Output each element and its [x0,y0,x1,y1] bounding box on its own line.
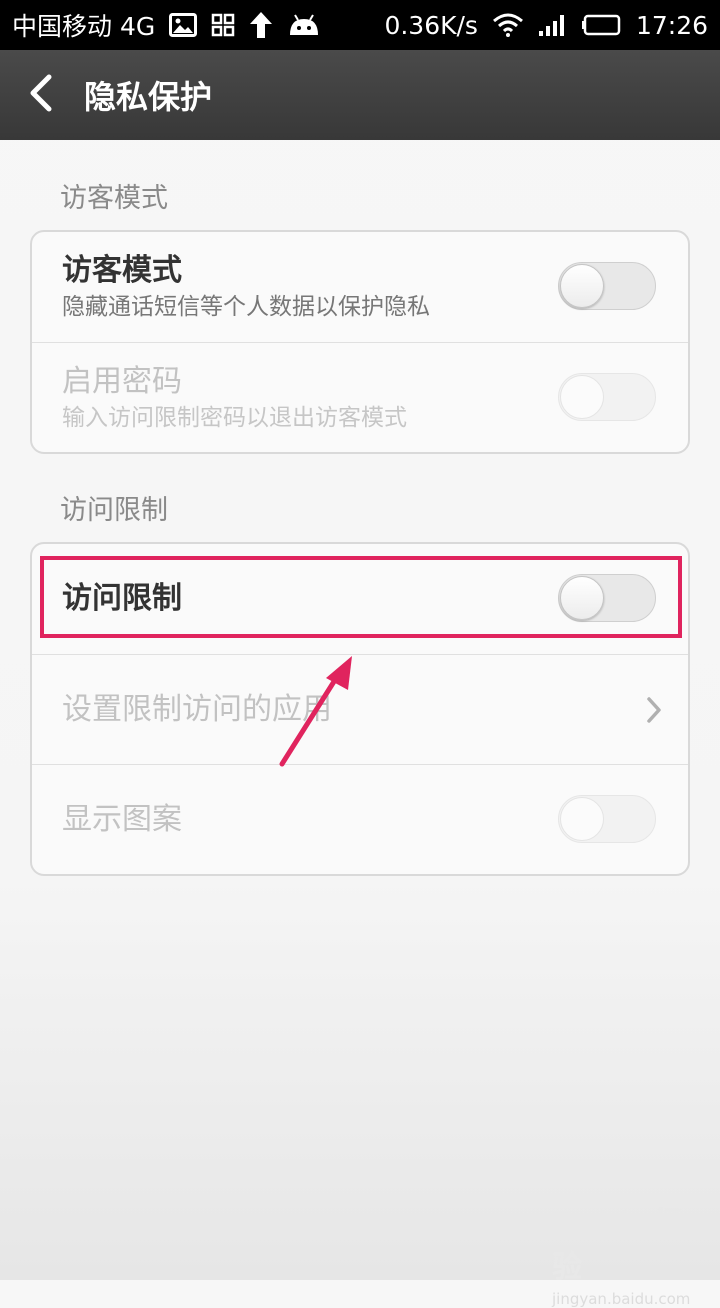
section-header-access-restriction: 访问限制 [60,495,168,526]
guest-mode-row[interactable]: 访客模式 隐藏通话短信等个人数据以保护隐私 [32,232,688,342]
row-subtitle: 输入访问限制密码以退出访客模式 [62,404,407,431]
guest-mode-card: 访客模式 隐藏通话短信等个人数据以保护隐私 启用密码 输入访问限制密码以退出访客… [30,230,690,454]
upload-arrow-icon [249,11,273,39]
chevron-right-icon [646,696,662,728]
section-header-guest-mode: 访客模式 [60,183,168,214]
row-title: 显示图案 [62,801,182,837]
carrier-label: 中国移动 4G [12,12,156,41]
wifi-icon [492,13,524,37]
show-pattern-row[interactable]: 显示图案 [32,764,688,874]
row-subtitle: 隐藏通话短信等个人数据以保护隐私 [62,294,430,320]
back-button[interactable] [0,50,80,140]
toggle-knob [560,796,604,841]
toggle-knob [560,374,604,419]
enable-password-toggle[interactable] [558,372,656,421]
toggle-knob [560,264,604,308]
net-speed-label: 0.36K/s [384,10,478,40]
android-icon [287,13,321,37]
row-title: 访问限制 [62,581,182,616]
enable-password-row[interactable]: 启用密码 输入访问限制密码以退出访客模式 [32,342,688,452]
action-bar: 隐私保护 [0,50,720,140]
toggle-knob [560,576,604,620]
watermark-logo: Baidu经验 [552,1206,685,1285]
signal-icon [538,13,568,37]
row-title: 启用密码 [62,363,182,399]
show-pattern-toggle[interactable] [558,794,656,843]
battery-icon [581,13,622,37]
annotation-arrow-icon [270,650,360,774]
access-restriction-row[interactable]: 访问限制 [32,544,688,654]
apps-grid-icon [211,13,235,37]
gallery-icon [169,13,198,37]
chevron-left-icon [27,73,53,117]
clock-label: 17:26 [635,10,708,40]
status-bar: 中国移动 4G 0.36K/s 17:26 [0,0,720,50]
row-title: 访客模式 [62,253,182,288]
watermark-url: jingyan.baidu.com [552,1290,691,1308]
guest-mode-toggle[interactable] [558,262,656,310]
page-title: 隐私保护 [84,78,213,116]
restricted-apps-row[interactable]: 设置限制访问的应用 [32,654,688,764]
access-restriction-card: 访问限制 设置限制访问的应用 显示图案 [30,542,690,876]
access-restriction-toggle[interactable] [558,574,656,622]
baidu-watermark: Baidu经验 jingyan.baidu.com [552,1198,702,1308]
